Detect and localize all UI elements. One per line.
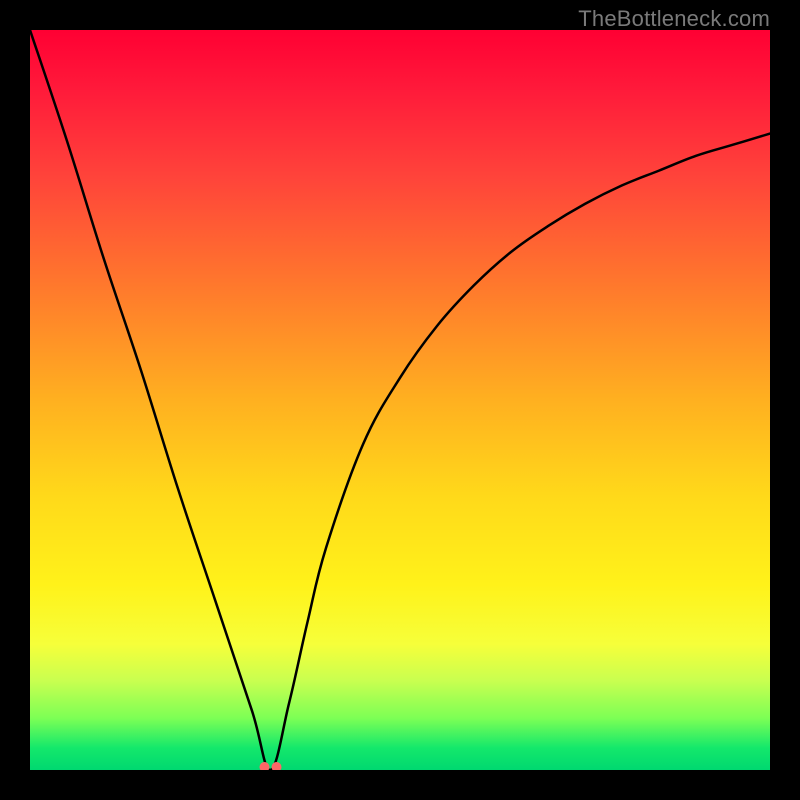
- watermark-text: TheBottleneck.com: [578, 6, 770, 32]
- marker-dot: [272, 762, 282, 770]
- curve-layer: [30, 30, 770, 770]
- bottleneck-curve: [30, 30, 770, 770]
- marker-dot: [260, 762, 270, 770]
- chart-frame: TheBottleneck.com: [0, 0, 800, 800]
- plot-area: [30, 30, 770, 770]
